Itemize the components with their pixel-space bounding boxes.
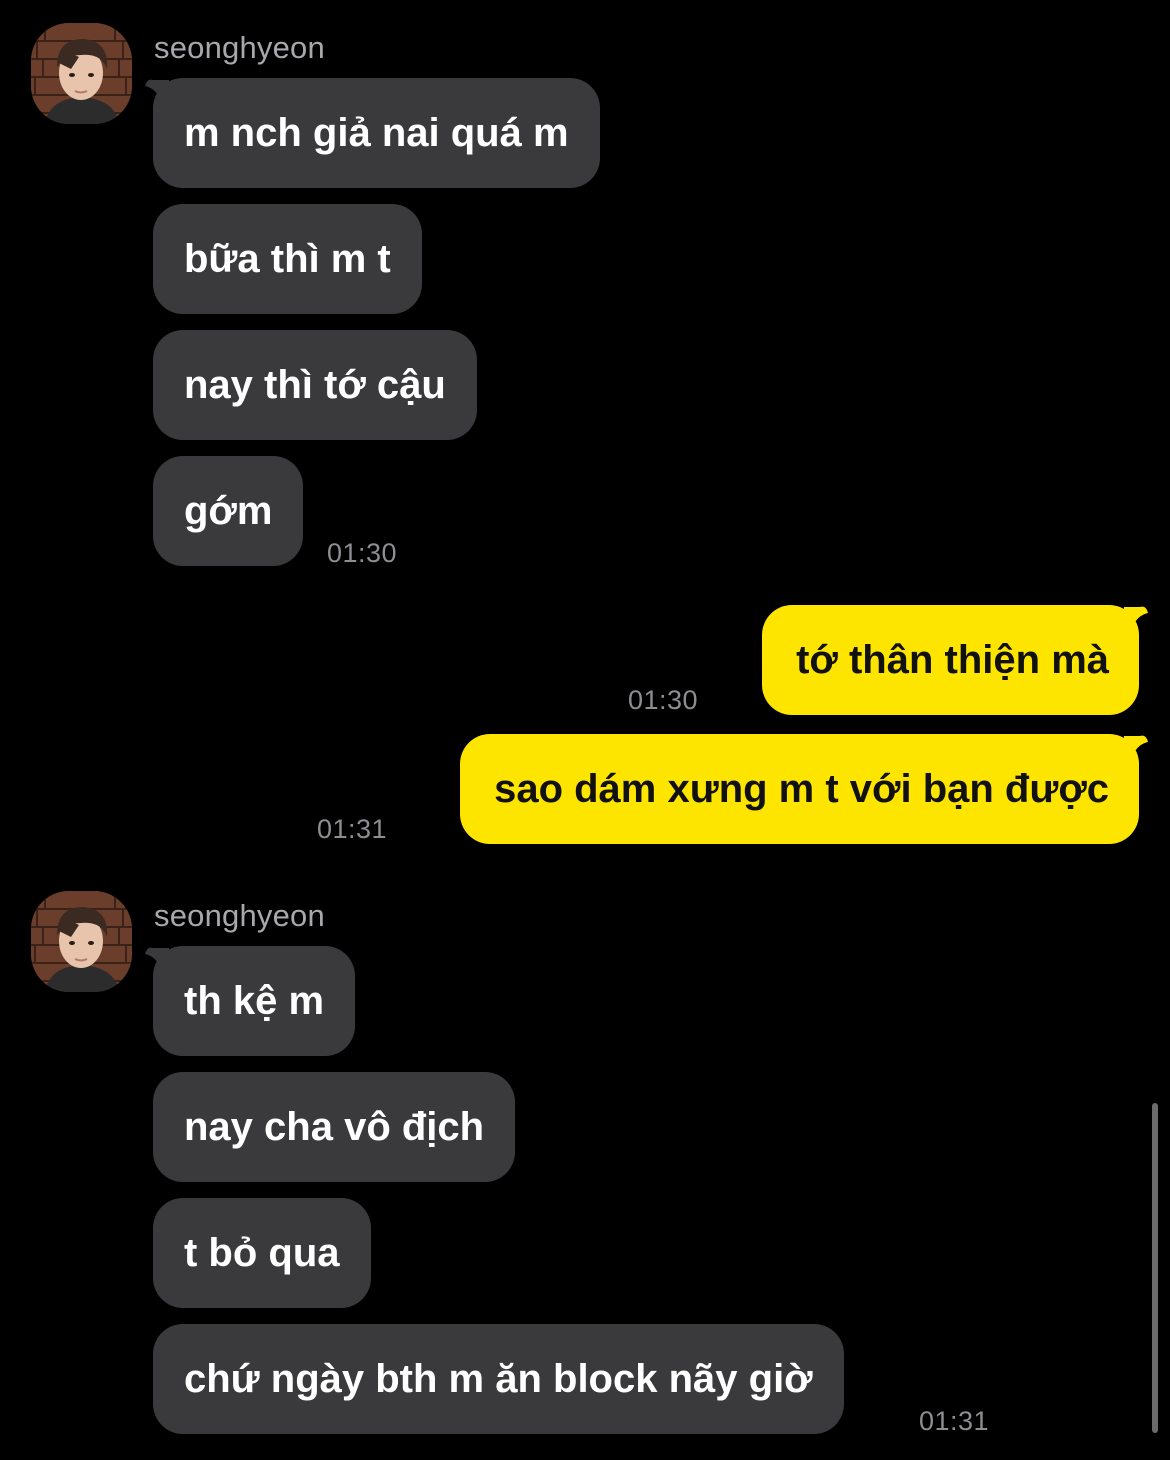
bubble-tail-icon xyxy=(1124,606,1148,627)
incoming-message[interactable]: gớm xyxy=(153,456,304,566)
message-text: nay cha vô địch xyxy=(184,1105,485,1149)
scrollbar[interactable] xyxy=(1152,1103,1158,1433)
bubble-tail-icon xyxy=(1124,735,1148,756)
message-timestamp: 01:31 xyxy=(317,814,388,844)
message-timestamp: 01:30 xyxy=(327,538,398,568)
message-text: nay thì tớ cậu xyxy=(184,363,446,407)
incoming-message[interactable]: m nch giả nai quá m xyxy=(145,78,600,188)
outgoing-message[interactable]: tớ thân thiện mà xyxy=(762,605,1148,715)
sender-name: seonghyeon xyxy=(154,30,325,65)
message-text: sao dám xưng m t với bạn được xyxy=(494,767,1109,811)
message-text: bữa thì m t xyxy=(184,237,391,281)
bubble-tail-icon xyxy=(145,79,169,100)
message-text: tớ thân thiện mà xyxy=(796,638,1109,682)
incoming-message[interactable]: nay thì tớ cậu xyxy=(153,330,477,440)
incoming-message[interactable]: t bỏ qua xyxy=(153,1198,371,1308)
avatar-photo xyxy=(31,891,132,992)
message-text: chứ ngày bth m ăn block nãy giờ xyxy=(184,1357,813,1401)
message-text: m nch giả nai quá m xyxy=(184,111,569,155)
message-timestamp: 01:31 xyxy=(919,1406,990,1436)
message-text: t bỏ qua xyxy=(184,1231,340,1275)
avatar-photo xyxy=(31,23,132,124)
sender-name: seonghyeon xyxy=(154,898,325,933)
sender-avatar[interactable] xyxy=(31,23,132,124)
message-text: th kệ m xyxy=(184,979,325,1023)
message-text: gớm xyxy=(184,489,273,533)
incoming-message[interactable]: th kệ m xyxy=(145,946,356,1056)
message-timestamp: 01:30 xyxy=(628,685,699,715)
incoming-message[interactable]: bữa thì m t xyxy=(153,204,422,314)
bubble-tail-icon xyxy=(145,947,169,968)
incoming-message[interactable]: nay cha vô địch xyxy=(153,1072,516,1182)
outgoing-message[interactable]: sao dám xưng m t với bạn được xyxy=(460,734,1148,844)
sender-avatar[interactable] xyxy=(31,891,132,992)
incoming-message[interactable]: chứ ngày bth m ăn block nãy giờ xyxy=(153,1324,844,1434)
